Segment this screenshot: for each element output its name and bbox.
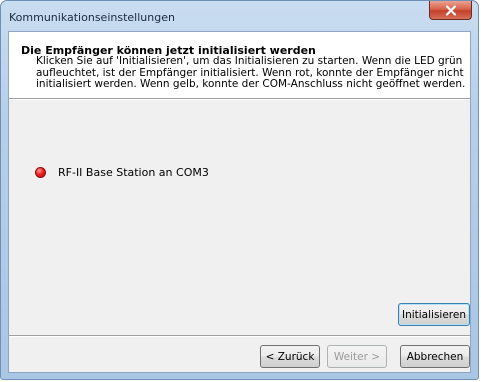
description-line: Klicken Sie auf 'Initialisieren', um das…	[36, 55, 463, 67]
initialize-button[interactable]: Initialisieren	[398, 303, 470, 326]
window-title: Kommunikationseinstellungen	[9, 11, 175, 24]
back-button[interactable]: < Zurück	[260, 345, 320, 368]
wizard-header: Die Empfänger können jetzt initialisiert…	[9, 32, 470, 99]
dialog-window: Kommunikationseinstellungen Die Empfänge…	[0, 0, 479, 380]
cancel-button[interactable]: Abbrechen	[400, 345, 470, 368]
receiver-label: RF-II Base Station an COM3	[58, 166, 209, 179]
close-x-icon	[445, 5, 457, 16]
footer-divider	[9, 335, 470, 337]
header-divider	[9, 99, 470, 100]
close-button[interactable]	[429, 1, 472, 20]
led-indicator-icon	[35, 167, 46, 178]
title-bar[interactable]: Kommunikationseinstellungen	[1, 1, 478, 31]
description-line: initialisiert werden. Wenn gelb, konnte …	[36, 78, 466, 90]
wizard-step-description: Klicken Sie auf 'Initialisieren', um das…	[36, 55, 466, 91]
next-button: Weiter >	[327, 345, 387, 368]
dialog-content: Die Empfänger können jetzt initialisiert…	[8, 31, 471, 373]
